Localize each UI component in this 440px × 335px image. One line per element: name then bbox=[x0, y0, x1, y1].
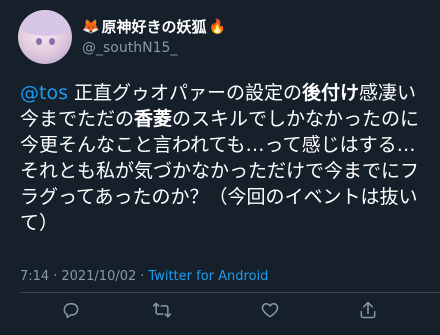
tweet-header: 🦊 原神好きの妖狐 🔥 @_southN15_ bbox=[18, 10, 226, 64]
tweet-segment: 正直グゥオパァーの設定の bbox=[67, 82, 303, 104]
retweet-button[interactable] bbox=[148, 298, 176, 326]
user-handle[interactable]: @_southN15_ bbox=[82, 38, 226, 58]
tweet-time[interactable]: 7:14 bbox=[20, 269, 49, 284]
fire-icon: 🔥 bbox=[208, 18, 226, 35]
avatar-hair bbox=[18, 10, 72, 36]
tweet-date[interactable]: 2021/10/02 bbox=[61, 269, 136, 284]
fox-icon: 🦊 bbox=[82, 18, 100, 35]
tweet-source[interactable]: Twitter for Android bbox=[148, 269, 268, 284]
like-button[interactable] bbox=[256, 298, 284, 326]
reply-button[interactable] bbox=[57, 298, 85, 326]
reply-icon bbox=[61, 300, 81, 324]
avatar-eye-right bbox=[49, 38, 55, 45]
avatar-eye-left bbox=[36, 38, 42, 45]
tweet-card: 🦊 原神好きの妖狐 🔥 @_southN15_ @tos 正直グゥオパァーの設定… bbox=[0, 0, 440, 335]
retweet-icon bbox=[152, 300, 172, 324]
share-icon bbox=[358, 300, 378, 324]
display-name[interactable]: 🦊 原神好きの妖狐 🔥 bbox=[82, 17, 226, 37]
display-name-text: 原神好きの妖狐 bbox=[101, 17, 207, 36]
share-button[interactable] bbox=[354, 298, 382, 326]
tweet-segment-bold: 香菱 bbox=[134, 108, 173, 130]
tweet-segment-bold: 後付け bbox=[302, 82, 360, 104]
user-names: 🦊 原神好きの妖狐 🔥 @_southN15_ bbox=[82, 17, 226, 58]
tweet-text: @tos 正直グゥオパァーの設定の後付け感凄い 今までただの香菱のスキルでしかな… bbox=[20, 80, 430, 236]
tweet-meta: 7:14 · 2021/10/02 · Twitter for Android bbox=[20, 269, 268, 284]
heart-icon bbox=[260, 300, 280, 324]
divider bbox=[20, 292, 440, 293]
meta-separator: · bbox=[53, 269, 58, 284]
tweet-actions bbox=[0, 298, 440, 330]
mention-link[interactable]: @tos bbox=[20, 82, 68, 104]
avatar[interactable] bbox=[18, 10, 72, 64]
meta-separator: · bbox=[140, 269, 145, 284]
